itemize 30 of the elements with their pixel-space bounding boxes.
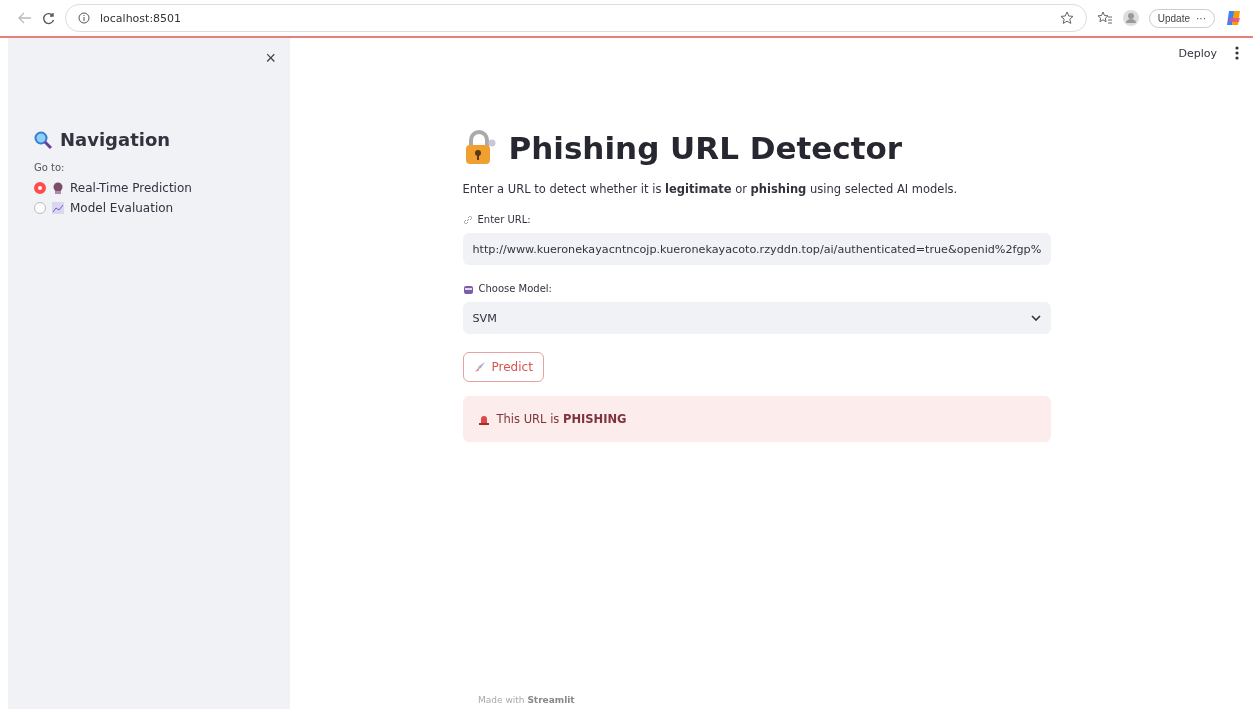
siren-icon xyxy=(478,413,489,425)
favorites-icon[interactable] xyxy=(1096,11,1113,25)
deploy-button[interactable]: Deploy xyxy=(1178,46,1217,60)
radio-button[interactable] xyxy=(34,202,46,214)
page-title: Phishing URL Detector xyxy=(508,130,903,166)
footer-text: Made with Streamlit xyxy=(478,695,575,705)
star-icon[interactable] xyxy=(1059,11,1074,25)
update-button[interactable]: Update ··· xyxy=(1148,8,1215,28)
url-input[interactable]: http://www.kueronekayacntncojp.kueronekayacoto.rzyddn.top/ai/authenticated=true&openid%2fgp% xyxy=(462,233,1051,265)
model-select[interactable]: SVM xyxy=(462,302,1051,334)
chevron-down-icon xyxy=(1030,315,1041,321)
chart-icon xyxy=(52,202,64,214)
robot-icon xyxy=(462,283,474,294)
radio-option[interactable]: Real-Time Prediction xyxy=(34,181,276,195)
radio-button[interactable] xyxy=(34,182,46,194)
model-label: Choose Model: xyxy=(478,283,552,294)
url-label: Enter URL: xyxy=(477,214,531,225)
radio-option[interactable]: Model Evaluation xyxy=(34,201,276,215)
link-icon xyxy=(462,214,473,225)
close-button[interactable]: × xyxy=(265,48,276,69)
result-text: This URL is PHISHING xyxy=(496,412,627,426)
reload-icon[interactable] xyxy=(42,11,55,25)
profile-icon[interactable] xyxy=(1122,10,1139,26)
search-icon xyxy=(34,130,52,149)
intro-text: Enter a URL to detect whether it is legitimate or phishing using selected AI models. xyxy=(462,182,959,196)
info-icon[interactable] xyxy=(78,12,90,24)
menu-icon[interactable] xyxy=(1235,46,1239,60)
predict-button[interactable]: Predict xyxy=(462,352,544,382)
sidebar-title: Navigation xyxy=(60,129,171,150)
radio-label: Go to: xyxy=(34,162,66,173)
